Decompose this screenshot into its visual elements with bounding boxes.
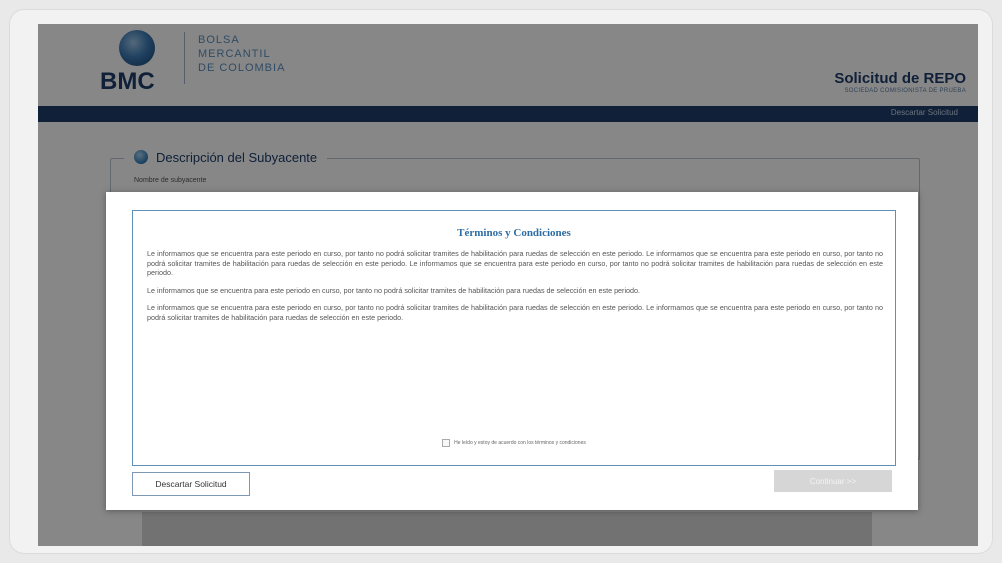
agree-terms-label: He leído y estoy de acuerdo con los térm… xyxy=(454,440,586,446)
agree-terms-row: He leído y estoy de acuerdo con los térm… xyxy=(133,439,895,447)
terms-paragraph: Le informamos que se encuentra para este… xyxy=(147,303,883,322)
terms-text: Le informamos que se encuentra para este… xyxy=(147,249,883,331)
terms-content-box: Términos y Condiciones Le informamos que… xyxy=(132,210,896,466)
modal-title: Términos y Condiciones xyxy=(457,227,571,239)
continue-button[interactable]: Continuar >> xyxy=(774,470,892,492)
terms-modal: Términos y Condiciones Le informamos que… xyxy=(106,192,918,510)
terms-paragraph: Le informamos que se encuentra para este… xyxy=(147,285,641,295)
app-window: BMC BOLSA MERCANTIL DE COLOMBIA Solicitu… xyxy=(38,24,978,546)
screenshot-frame: BMC BOLSA MERCANTIL DE COLOMBIA Solicitu… xyxy=(10,10,992,553)
terms-paragraph: Le informamos que se encuentra para este… xyxy=(147,249,883,278)
discard-request-button[interactable]: Descartar Solicitud xyxy=(132,472,250,496)
agree-terms-checkbox[interactable] xyxy=(442,439,451,447)
